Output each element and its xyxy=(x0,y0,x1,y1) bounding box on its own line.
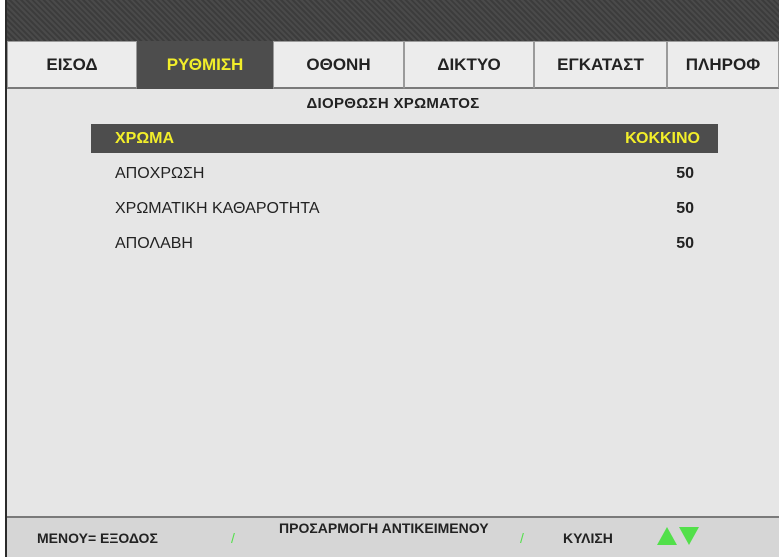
setting-label: ΧΡΩΜΑ xyxy=(115,129,175,147)
setting-value: 50 xyxy=(676,234,694,252)
footer-hint-bar: ΜΕΝΟΥ= ΕΞΟΔΟΣ / ΠΡΟΣΑΡΜΟΓΗ ΑΝΤΙΚΕΙΜΕΝΟΥ … xyxy=(7,516,779,557)
footer-separator: / xyxy=(520,530,524,546)
setting-row-tint[interactable]: ΑΠΟΧΡΩΣΗ 50 xyxy=(91,159,718,188)
scroll-arrows xyxy=(657,527,699,545)
tab-installation[interactable]: ΕΓΚΑΤΑΣΤ xyxy=(534,41,667,89)
down-arrow-icon xyxy=(679,527,699,545)
tab-setup[interactable]: ΡΥΘΜΙΣΗ xyxy=(137,41,273,89)
setting-label: ΧΡΩΜΑΤΙΚΗ ΚΑΘΑΡΟΤΗΤΑ xyxy=(115,199,320,217)
settings-list: ΧΡΩΜΑ ΚΟΚΚΙΝΟ ΑΠΟΧΡΩΣΗ 50 ΧΡΩΜΑΤΙΚΗ ΚΑΘΑ… xyxy=(91,124,718,264)
setting-row-color[interactable]: ΧΡΩΜΑ ΚΟΚΚΙΝΟ xyxy=(91,124,718,153)
up-arrow-icon xyxy=(657,527,677,545)
tab-network[interactable]: ΔΙΚΤΥΟ xyxy=(404,41,534,89)
osd-menu-window: ΕΙΣΟΔ ΡΥΘΜΙΣΗ ΟΘΟΝΗ ΔΙΚΤΥΟ ΕΓΚΑΤΑΣΤ ΠΛΗΡ… xyxy=(5,0,779,557)
setting-label: ΑΠΟΛΑΒΗ xyxy=(115,234,193,252)
setting-label: ΑΠΟΧΡΩΣΗ xyxy=(115,164,205,182)
scroll-hint: ΚΥΛΙΣΗ xyxy=(563,530,613,546)
adjust-hint: ΠΡΟΣΑΡΜΟΓΗ ΑΝΤΙΚΕΙΜΕΝΟΥ xyxy=(279,520,489,536)
tab-display[interactable]: ΟΘΟΝΗ xyxy=(273,41,404,89)
setting-row-saturation[interactable]: ΧΡΩΜΑΤΙΚΗ ΚΑΘΑΡΟΤΗΤΑ 50 xyxy=(91,194,718,223)
tab-info[interactable]: ΠΛΗΡΟΦ xyxy=(667,41,779,89)
submenu-title: ΔΙΟΡΘΩΣΗ ΧΡΩΜΑΤΟΣ xyxy=(306,95,480,112)
menu-tab-bar: ΕΙΣΟΔ ΡΥΘΜΙΣΗ ΟΘΟΝΗ ΔΙΚΤΥΟ ΕΓΚΑΤΑΣΤ ΠΛΗΡ… xyxy=(7,41,779,89)
osd-header-bar xyxy=(7,0,779,41)
setting-row-gain[interactable]: ΑΠΟΛΑΒΗ 50 xyxy=(91,229,718,258)
setting-value: 50 xyxy=(676,164,694,182)
menu-exit-hint: ΜΕΝΟΥ= ΕΞΟΔΟΣ xyxy=(37,530,158,546)
footer-separator: / xyxy=(231,530,235,546)
setting-value: ΚΟΚΚΙΝΟ xyxy=(625,129,700,147)
tab-input[interactable]: ΕΙΣΟΔ xyxy=(7,41,137,89)
setting-value: 50 xyxy=(676,199,694,217)
